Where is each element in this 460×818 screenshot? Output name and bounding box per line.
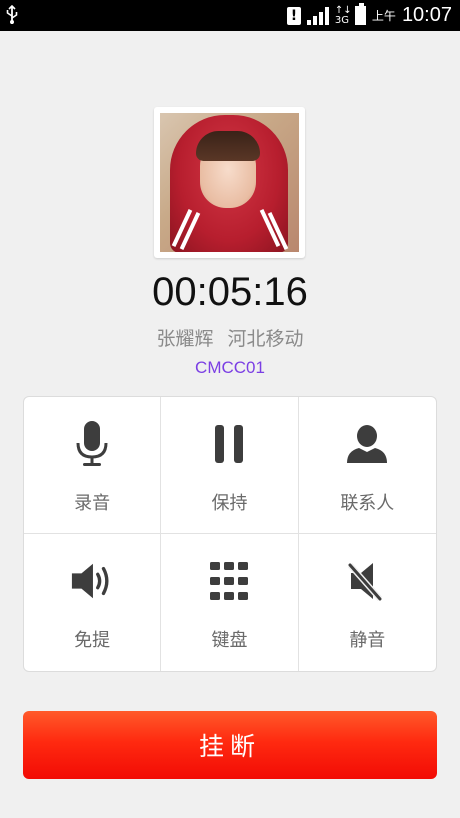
caller-avatar [154, 107, 305, 258]
caller-info: 张耀辉 河北移动 [0, 324, 460, 351]
hold-button[interactable]: 保持 [161, 397, 299, 534]
call-actions-grid: 录音 保持 联系人 免提 键盘 静音 [23, 396, 437, 672]
network-type: 3G [334, 14, 350, 26]
avatar-photo [160, 113, 299, 252]
contact-icon [345, 421, 389, 467]
usb-icon [6, 4, 18, 29]
status-bar: ! ↑↓ 3G 上午 10:07 [0, 0, 460, 31]
caller-location: 河北移动 [227, 328, 304, 350]
speaker-button[interactable]: 免提 [24, 534, 162, 671]
record-button[interactable]: 录音 [24, 397, 162, 534]
mute-button[interactable]: 静音 [299, 534, 436, 671]
mute-icon [345, 558, 389, 604]
mute-label: 静音 [349, 630, 386, 651]
data-arrows-icon: ↑↓ 3G [334, 4, 352, 26]
caller-name: 张耀辉 [156, 328, 214, 350]
speaker-icon [70, 558, 114, 604]
speaker-label: 免提 [74, 630, 111, 651]
keypad-label: 键盘 [211, 630, 248, 651]
hangup-button[interactable]: 挂断 [23, 711, 437, 779]
contacts-label: 联系人 [340, 493, 395, 514]
call-timer: 00:05:16 [152, 270, 308, 314]
alert-icon: ! [286, 6, 301, 25]
network-name: CMCC01 [195, 358, 265, 377]
keypad-icon [207, 558, 251, 604]
contacts-button[interactable]: 联系人 [298, 397, 436, 534]
pause-icon [207, 421, 251, 467]
record-label: 录音 [74, 493, 111, 514]
battery-icon [354, 3, 366, 25]
hold-label: 保持 [211, 493, 248, 514]
status-clock: 10:07 [401, 4, 452, 26]
microphone-icon [70, 421, 114, 467]
status-ampm: 上午 [371, 9, 396, 23]
signal-icon [306, 6, 329, 25]
keypad-button[interactable]: 键盘 [161, 534, 299, 671]
